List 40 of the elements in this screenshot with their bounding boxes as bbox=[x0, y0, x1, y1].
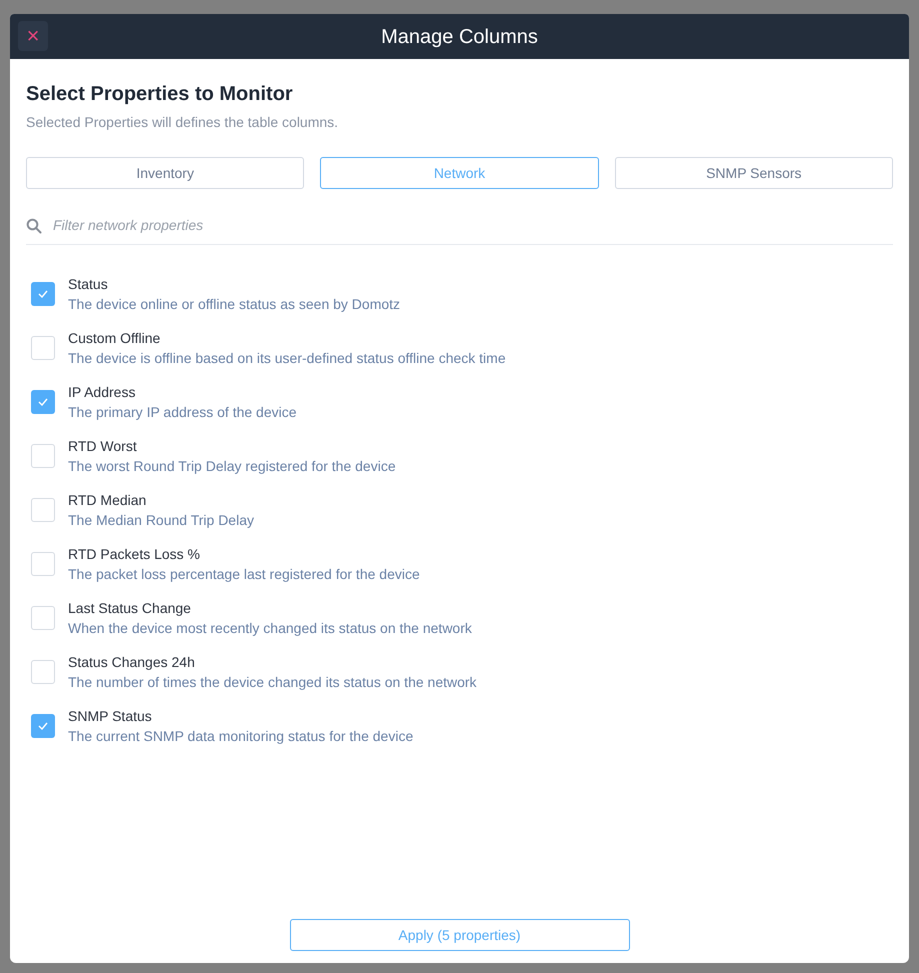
property-name: Status bbox=[68, 275, 109, 293]
property-name: RTD Median bbox=[68, 491, 148, 509]
property-description: The worst Round Trip Delay registered for the device bbox=[68, 457, 396, 475]
property-name: Custom Offline bbox=[68, 329, 162, 347]
check-icon bbox=[38, 722, 48, 730]
property-name: RTD Packets Loss % bbox=[68, 545, 202, 563]
check-icon bbox=[38, 398, 48, 406]
search-icon bbox=[26, 218, 42, 234]
property-description: The Median Round Trip Delay bbox=[68, 511, 254, 529]
dialog-title: Manage Columns bbox=[381, 24, 538, 50]
property-description: The packet loss percentage last registered for the device bbox=[68, 565, 420, 583]
checkbox[interactable] bbox=[31, 552, 55, 576]
tab[interactable]: Network bbox=[320, 157, 599, 189]
checkbox[interactable] bbox=[31, 660, 55, 684]
property-description: The current SNMP data monitoring status for the device bbox=[68, 727, 414, 745]
property-name: RTD Worst bbox=[68, 437, 138, 455]
property-description: The number of times the device changed its status on the network bbox=[68, 673, 477, 691]
checkbox[interactable] bbox=[31, 282, 55, 306]
property-name: Last Status Change bbox=[68, 599, 192, 617]
property-description: The device is offline based on its user-defined status offline check time bbox=[68, 349, 506, 367]
section-heading: Select Properties to Monitor bbox=[26, 82, 294, 107]
property-name: Status Changes 24h bbox=[68, 653, 196, 671]
tab[interactable]: Inventory bbox=[26, 157, 304, 189]
filter-field[interactable]: Filter network properties bbox=[53, 215, 893, 236]
checkbox[interactable] bbox=[31, 498, 55, 522]
property-description: When the device most recently changed its status on the network bbox=[68, 619, 472, 637]
close-button[interactable]: × bbox=[18, 21, 48, 51]
checkbox[interactable] bbox=[31, 714, 55, 738]
checkbox[interactable] bbox=[31, 390, 55, 414]
check-icon bbox=[38, 290, 48, 298]
apply-button[interactable]: Apply (5 properties) bbox=[290, 919, 630, 951]
property-description: The device online or offline status as seen by Domotz bbox=[68, 295, 400, 313]
tab[interactable]: SNMP Sensors bbox=[614, 157, 893, 189]
checkbox[interactable] bbox=[31, 336, 55, 360]
property-description: The primary IP address of the device bbox=[68, 403, 297, 421]
checkbox[interactable] bbox=[31, 606, 55, 630]
property-name: IP Address bbox=[68, 383, 136, 401]
checkbox[interactable] bbox=[31, 444, 55, 468]
section-subtitle: Selected Properties will defines the table columns. bbox=[26, 113, 340, 132]
property-name: SNMP Status bbox=[68, 707, 153, 725]
